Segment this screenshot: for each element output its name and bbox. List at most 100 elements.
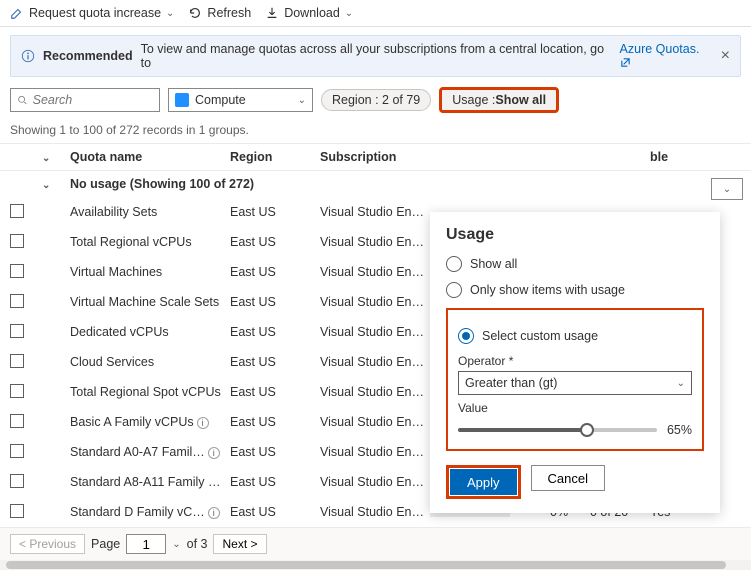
custom-usage-section: Select custom usage Operator * Greater t… — [446, 308, 704, 451]
page-input[interactable] — [126, 534, 166, 554]
chevron-down-icon: ⌄ — [677, 378, 685, 389]
info-icon[interactable]: i — [208, 507, 220, 519]
operator-select[interactable]: Greater than (gt) ⌄ — [458, 371, 692, 395]
chevron-down-icon: ⌄ — [166, 8, 174, 19]
chevron-down-icon: ⌄ — [298, 95, 306, 106]
prev-button[interactable]: < Previous — [10, 534, 85, 554]
cell-region: East US — [230, 415, 320, 429]
cell-region: East US — [230, 505, 320, 519]
radio-show-all[interactable]: Show all — [446, 256, 704, 272]
col-quota-name[interactable]: Quota name — [70, 150, 230, 164]
chevron-down-icon: ⌄ — [345, 8, 353, 19]
request-quota-label: Request quota increase — [29, 6, 161, 20]
cell-region: East US — [230, 355, 320, 369]
close-icon[interactable]: × — [721, 47, 730, 65]
col-region[interactable]: Region — [230, 150, 320, 164]
cell-name: Total Regional Spot vCPUs — [70, 385, 230, 399]
cell-name: Total Regional vCPUs — [70, 235, 230, 249]
cell-region: East US — [230, 445, 320, 459]
row-checkbox[interactable] — [10, 474, 24, 488]
records-summary: Showing 1 to 100 of 272 records in 1 gro… — [0, 119, 751, 143]
provider-dropdown[interactable]: Compute ⌄ — [168, 88, 313, 112]
cancel-button[interactable]: Cancel — [531, 465, 605, 491]
recommended-banner: Recommended To view and manage quotas ac… — [10, 35, 741, 77]
cell-name: Basic A Family vCPUsi — [70, 415, 230, 429]
chevron-down-icon[interactable]: ⌄ — [42, 153, 50, 164]
pencil-icon — [10, 6, 24, 20]
usage-filter-panel: Usage Show all Only show items with usag… — [430, 212, 720, 513]
radio-custom-usage[interactable]: Select custom usage — [458, 328, 692, 344]
banner-title: Recommended — [43, 49, 133, 63]
value-slider[interactable] — [458, 428, 657, 432]
slider-value: 65% — [667, 423, 692, 437]
quota-table: ⌄ ⌄ Quota name Region Subscription ble ⌄… — [0, 143, 751, 527]
cell-subscription: Visual Studio En… — [320, 265, 430, 279]
chevron-down-icon: ⌄ — [723, 184, 731, 195]
row-checkbox[interactable] — [10, 204, 24, 218]
row-checkbox[interactable] — [10, 234, 24, 248]
radio-icon — [446, 282, 462, 298]
cell-region: East US — [230, 385, 320, 399]
panel-title: Usage — [446, 226, 704, 244]
row-checkbox[interactable] — [10, 414, 24, 428]
cell-region: East US — [230, 235, 320, 249]
refresh-button[interactable]: Refresh — [188, 6, 251, 20]
refresh-label: Refresh — [207, 6, 251, 20]
external-link-icon — [620, 57, 631, 68]
chevron-down-icon[interactable]: ⌄ — [172, 539, 180, 550]
row-checkbox[interactable] — [10, 384, 24, 398]
search-field[interactable] — [33, 93, 153, 107]
column-picker-dropdown[interactable]: ⌄ — [711, 178, 743, 200]
cell-region: East US — [230, 265, 320, 279]
apply-button[interactable]: Apply — [450, 469, 517, 495]
refresh-icon — [188, 6, 202, 20]
horizontal-scrollbar[interactable] — [0, 560, 751, 570]
cell-region: East US — [230, 325, 320, 339]
request-quota-button[interactable]: Request quota increase ⌄ — [10, 6, 174, 20]
info-icon[interactable]: i — [197, 417, 209, 429]
pager: < Previous Page ⌄ of 3 Next > — [0, 527, 751, 560]
usage-filter-pill[interactable]: Usage : Show all — [439, 87, 559, 113]
group-row[interactable]: ⌄ No usage (Showing 100 of 272) — [0, 171, 751, 197]
row-checkbox[interactable] — [10, 324, 24, 338]
download-button[interactable]: Download ⌄ — [265, 6, 353, 20]
cell-name: Availability Sets — [70, 205, 230, 219]
col-subscription[interactable]: Subscription — [320, 150, 430, 164]
cell-region: East US — [230, 475, 320, 489]
column-header: ⌄ Quota name Region Subscription ble — [0, 143, 751, 171]
value-label: Value — [458, 401, 692, 415]
slider-thumb[interactable] — [580, 423, 594, 437]
of-label: of 3 — [187, 537, 208, 551]
cell-subscription: Visual Studio En… — [320, 415, 430, 429]
radio-icon — [446, 256, 462, 272]
row-checkbox[interactable] — [10, 264, 24, 278]
search-input[interactable] — [10, 88, 160, 112]
cell-subscription: Visual Studio En… — [320, 235, 430, 249]
cell-subscription: Visual Studio En… — [320, 205, 430, 219]
radio-items-with-usage[interactable]: Only show items with usage — [446, 282, 704, 298]
region-filter-pill[interactable]: Region : 2 of 79 — [321, 89, 431, 111]
operator-label: Operator * — [458, 354, 692, 368]
row-checkbox[interactable] — [10, 444, 24, 458]
cell-region: East US — [230, 205, 320, 219]
info-icon[interactable]: i — [208, 447, 220, 459]
next-button[interactable]: Next > — [213, 534, 266, 554]
cell-subscription: Visual Studio En… — [320, 475, 430, 489]
cell-name: Virtual Machines — [70, 265, 230, 279]
row-checkbox[interactable] — [10, 354, 24, 368]
col-adjustable[interactable]: ble — [650, 150, 705, 164]
azure-quotas-link[interactable]: Azure Quotas. — [620, 42, 713, 70]
banner-text: To view and manage quotas across all you… — [141, 42, 612, 70]
row-checkbox[interactable] — [10, 504, 24, 518]
download-label: Download — [284, 6, 340, 20]
cell-name: Cloud Services — [70, 355, 230, 369]
radio-icon — [458, 328, 474, 344]
search-icon — [17, 94, 28, 106]
cell-name: Virtual Machine Scale Sets — [70, 295, 230, 309]
compute-icon — [175, 93, 189, 107]
cell-subscription: Visual Studio En… — [320, 355, 430, 369]
download-icon — [265, 6, 279, 20]
cell-subscription: Visual Studio En… — [320, 295, 430, 309]
row-checkbox[interactable] — [10, 294, 24, 308]
cell-region: East US — [230, 295, 320, 309]
